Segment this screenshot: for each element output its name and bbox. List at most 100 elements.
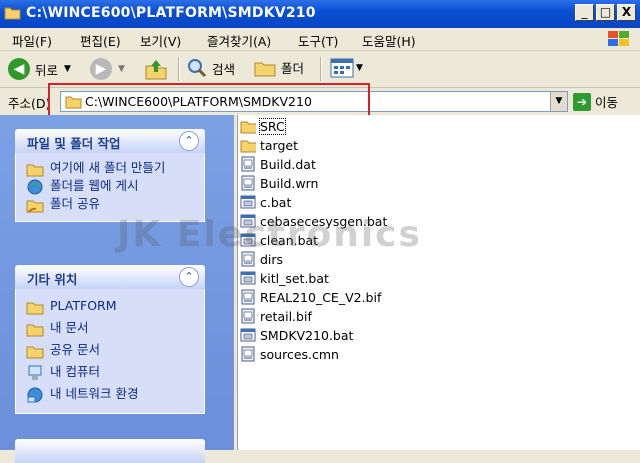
batch-file-icon: [240, 233, 256, 247]
place-my-computer[interactable]: 내 컴퓨터: [26, 365, 196, 381]
task-label: 폴더 공유: [50, 196, 100, 211]
file-icon: [241, 156, 255, 172]
file-item[interactable]: target: [240, 136, 298, 154]
views-icon: [330, 58, 354, 78]
place-my-documents[interactable]: 내 문서: [26, 321, 196, 337]
file-name: Build.wrn: [260, 175, 319, 191]
file-item[interactable]: REAL210_CE_V2.bif: [240, 288, 381, 306]
menu-help[interactable]: 도움말(H): [362, 31, 416, 50]
file-item[interactable]: Build.wrn: [240, 174, 318, 192]
panel-header[interactable]: [15, 439, 205, 463]
go-button[interactable]: ➔ 이동: [573, 92, 618, 111]
file-name: SRC: [259, 117, 286, 135]
new-folder-icon: [26, 164, 44, 177]
menu-favorites[interactable]: 즐겨찾기(A): [207, 31, 271, 50]
network-icon: [27, 387, 43, 403]
windows-logo-icon: [608, 31, 629, 46]
task-new-folder[interactable]: 여기에 새 폴더 만들기: [26, 161, 196, 177]
panel-header[interactable]: 기타 위치 ⌃: [15, 265, 205, 289]
file-item[interactable]: Build.dat: [240, 155, 316, 173]
panel-header[interactable]: 파일 및 폴더 작업 ⌃: [15, 129, 205, 153]
go-label: 이동: [595, 95, 619, 110]
task-label: 여기에 새 폴더 만들기: [50, 160, 166, 175]
folders-label: 폴더: [281, 61, 305, 76]
place-label: 내 문서: [50, 320, 89, 335]
folder-icon: [240, 140, 256, 153]
place-label: PLATFORM: [50, 298, 117, 313]
other-places-panel: 기타 위치 ⌃ PLATFORM 내 문서 공유 문서 내 컴퓨터 내 네트워크…: [15, 265, 205, 414]
file-item[interactable]: retail.bif: [240, 307, 312, 325]
file-name: retail.bif: [260, 308, 312, 324]
search-button[interactable]: 검색: [187, 58, 235, 78]
web-publish-icon: [27, 179, 43, 195]
up-folder-icon: [145, 60, 167, 80]
window-title: C:\WINCE600\PLATFORM\SMDKV210: [26, 5, 316, 21]
file-name: cebasecesysgen.bat: [260, 213, 388, 229]
panel-title: 기타 위치: [27, 272, 78, 287]
collapse-icon[interactable]: ⌃: [179, 131, 199, 151]
batch-file-icon: [240, 195, 256, 209]
menu-bar: 파일(F) 편집(E) 보기(V) 즐겨찾기(A) 도구(T) 도움말(H): [0, 28, 640, 51]
file-name: c.bat: [260, 194, 292, 210]
collapse-icon[interactable]: ⌃: [179, 267, 199, 287]
task-share-folder[interactable]: 폴더 공유: [26, 197, 196, 213]
back-button[interactable]: ◀ 뒤로 ▼: [8, 58, 71, 80]
file-item[interactable]: c.bat: [240, 193, 291, 211]
task-publish-web[interactable]: 폴더를 웹에 게시: [26, 179, 196, 195]
place-label: 내 네트워크 환경: [50, 386, 139, 401]
file-icon: [241, 175, 255, 191]
task-label: 폴더를 웹에 게시: [50, 178, 139, 193]
file-list: SRC target Build.dat Build.wrn c.bat cebasece…: [237, 115, 640, 450]
file-name: target: [260, 137, 299, 153]
place-label: 공유 문서: [50, 342, 100, 357]
maximize-button[interactable]: □: [596, 4, 615, 21]
address-label: 주소(D): [8, 96, 51, 111]
file-icon: [241, 346, 255, 362]
batch-file-icon: [240, 271, 256, 285]
task-pane: 파일 및 폴더 작업 ⌃ 여기에 새 폴더 만들기 폴더를 웹에 게시 폴더 공…: [0, 115, 234, 463]
forward-arrow-icon: ▶: [90, 58, 112, 80]
folder-icon: [26, 346, 44, 359]
chevron-down-icon: ▼: [356, 63, 363, 73]
place-shared-documents[interactable]: 공유 문서: [26, 343, 196, 359]
folders-icon: [254, 62, 276, 76]
folders-button[interactable]: 폴더: [254, 58, 304, 77]
folder-icon: [4, 7, 21, 20]
batch-file-icon: [240, 214, 256, 228]
file-name: Build.dat: [260, 156, 316, 172]
menu-edit[interactable]: 편집(E): [80, 31, 121, 50]
place-platform[interactable]: PLATFORM: [26, 299, 196, 315]
file-name: kitl_set.bat: [260, 270, 329, 286]
forward-button[interactable]: ▶ ▼: [90, 58, 125, 80]
details-panel: [15, 439, 205, 463]
menu-tools[interactable]: 도구(T): [298, 31, 338, 50]
file-item[interactable]: dirs: [240, 250, 283, 268]
menu-file[interactable]: 파일(F): [12, 31, 52, 50]
file-item[interactable]: kitl_set.bat: [240, 269, 329, 287]
file-item[interactable]: SMDKV210.bat: [240, 326, 353, 344]
minimize-button[interactable]: _: [575, 4, 594, 21]
folder-icon: [240, 121, 256, 134]
close-button[interactable]: X: [617, 4, 636, 21]
file-icon: [241, 251, 255, 267]
back-arrow-icon: ◀: [8, 58, 30, 80]
file-icon: [241, 289, 255, 305]
file-name: SMDKV210.bat: [260, 327, 354, 343]
file-item[interactable]: clean.bat: [240, 231, 318, 249]
file-name: REAL210_CE_V2.bif: [260, 289, 382, 305]
file-name: sources.cmn: [260, 346, 339, 362]
place-my-network[interactable]: 내 네트워크 환경: [26, 387, 196, 403]
title-bar: C:\WINCE600\PLATFORM\SMDKV210 _ □ X: [0, 0, 640, 28]
file-item[interactable]: sources.cmn: [240, 345, 339, 363]
file-name: dirs: [260, 251, 284, 267]
file-name: clean.bat: [260, 232, 319, 248]
up-folder-button[interactable]: [144, 58, 168, 80]
views-button[interactable]: ▼: [330, 58, 363, 78]
file-item[interactable]: SRC: [240, 117, 286, 135]
file-item[interactable]: cebasecesysgen.bat: [240, 212, 387, 230]
share-folder-icon: [26, 200, 44, 213]
place-label: 내 컴퓨터: [50, 364, 100, 379]
file-folder-tasks-panel: 파일 및 폴더 작업 ⌃ 여기에 새 폴더 만들기 폴더를 웹에 게시 폴더 공…: [15, 129, 205, 222]
menu-view[interactable]: 보기(V): [140, 31, 181, 50]
address-dropdown-button[interactable]: ▼: [550, 92, 567, 111]
